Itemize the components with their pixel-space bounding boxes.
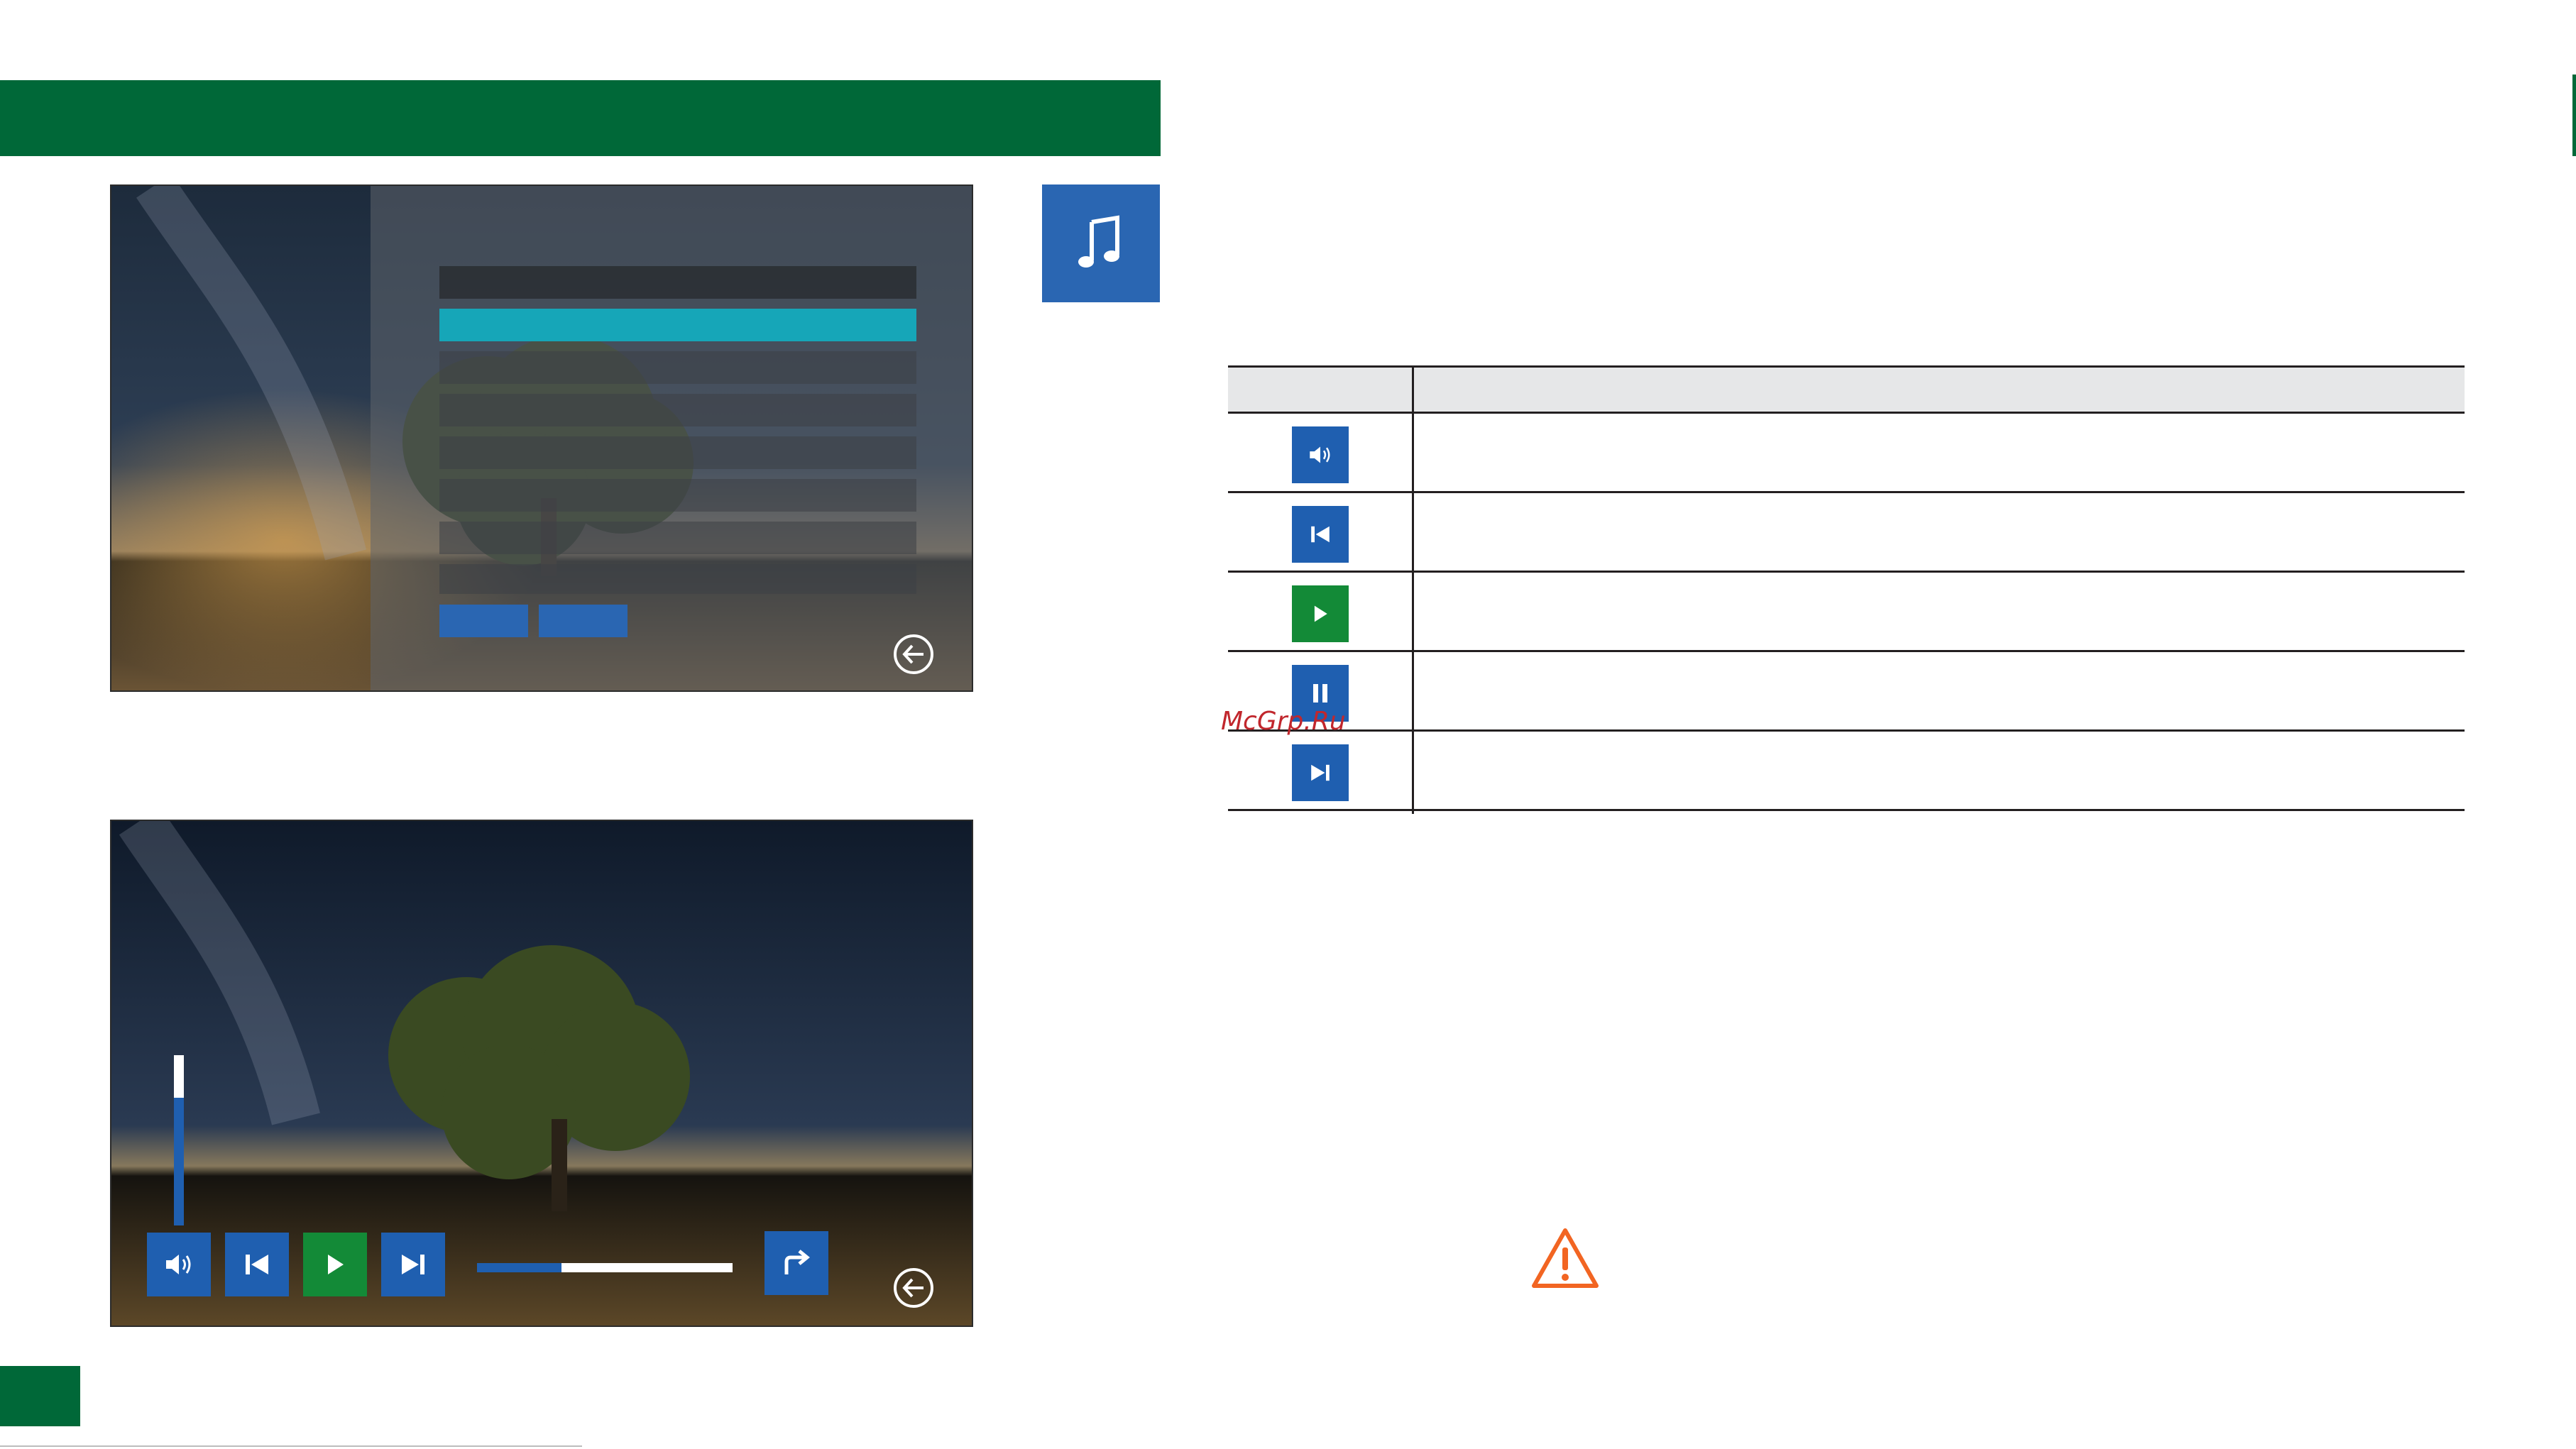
icon-legend-table [1228, 365, 2465, 814]
playlist-header [439, 266, 916, 299]
share-button[interactable] [764, 1231, 828, 1295]
playback-progress-fill [477, 1263, 561, 1272]
pause-icon [1313, 684, 1327, 703]
footer-divider [0, 1445, 582, 1447]
playlist-item[interactable] [439, 522, 916, 554]
back-button[interactable] [892, 633, 935, 676]
legend-icon-tile [1292, 426, 1349, 483]
next-track-icon [402, 1255, 424, 1274]
back-arrow-icon [894, 634, 933, 674]
legend-icon-tile [1292, 506, 1349, 563]
previous-track-icon [246, 1255, 268, 1274]
next-track-icon [1311, 764, 1330, 781]
playlist-panel [371, 186, 972, 690]
next-track-button[interactable] [381, 1233, 445, 1296]
previous-track-button[interactable] [225, 1233, 289, 1296]
forward-arrow-icon [784, 1250, 810, 1274]
playlist-item[interactable] [439, 479, 916, 512]
volume-icon [166, 1255, 191, 1274]
legend-icon-tile [1292, 585, 1349, 642]
page-edge-marker [2572, 75, 2576, 156]
playlist-item-selected[interactable] [439, 309, 916, 341]
back-arrow-icon [894, 1268, 933, 1308]
section-header-band [0, 80, 1161, 156]
previous-track-icon [1311, 526, 1330, 543]
back-button[interactable] [892, 1267, 935, 1309]
legend-icon-tile [1292, 744, 1349, 801]
playlist-item[interactable] [439, 351, 916, 384]
playlist-item[interactable] [439, 564, 916, 594]
player-screenshot [110, 820, 973, 1327]
music-note-icon [1078, 215, 1119, 268]
page-number-tab [0, 1366, 80, 1426]
table-column-divider [1412, 365, 1414, 814]
volume-button[interactable] [147, 1233, 211, 1296]
warning-triangle-icon [1532, 1228, 1599, 1288]
playlist-action-button[interactable] [439, 605, 528, 637]
play-button[interactable] [303, 1233, 367, 1296]
play-icon [1314, 605, 1327, 622]
playlist-screenshot [110, 184, 973, 692]
warning-note [1530, 1226, 1601, 1293]
music-section-tile [1042, 184, 1160, 302]
watermark: McGrp.Ru [1221, 707, 1346, 736]
playlist-action-button[interactable] [539, 605, 627, 637]
playlist-item[interactable] [439, 394, 916, 426]
volume-slider-remaining [174, 1055, 184, 1098]
volume-icon [1310, 446, 1330, 463]
playlist-item[interactable] [439, 436, 916, 469]
play-icon [328, 1255, 344, 1274]
